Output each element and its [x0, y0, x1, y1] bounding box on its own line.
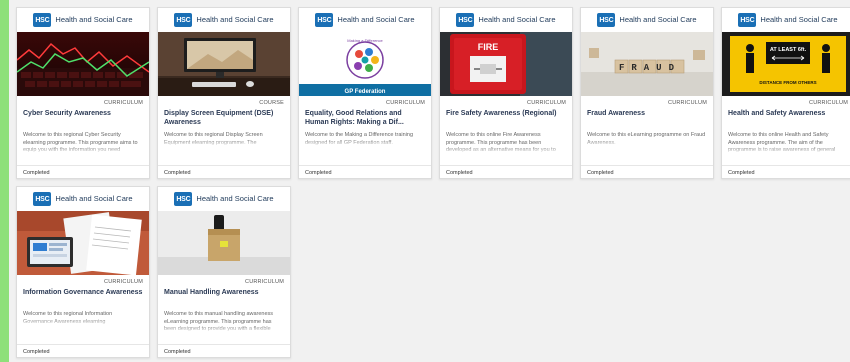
thumb-distance-caption: DISTANCE FROM OTHERS	[759, 80, 816, 85]
card-header: HSC Health and Social Care	[158, 8, 290, 32]
org-name: Health and Social Care	[196, 194, 274, 203]
course-description: Welcome to this eLearning programme on F…	[587, 132, 707, 147]
hsc-logo-icon: HSC	[738, 13, 757, 27]
card-divider	[158, 344, 290, 345]
course-title[interactable]: Manual Handling Awareness	[164, 289, 284, 298]
status-text: Completed	[446, 170, 473, 176]
course-title[interactable]: Fraud Awareness	[587, 110, 707, 119]
course-description: Welcome to this manual handling awarenes…	[164, 311, 284, 333]
thumb-caption: GP Federation	[345, 89, 386, 95]
course-title[interactable]: Fire Safety Awareness (Regional)	[446, 110, 566, 119]
course-card-fire-safety[interactable]: HSC Health and Social Care FIRE CURRICUL…	[439, 7, 573, 179]
course-title[interactable]: Health and Safety Awareness	[728, 110, 848, 119]
org-name: Health and Social Care	[55, 15, 133, 24]
thumb-fraud-text: FRAUD	[619, 63, 681, 73]
org-name: Health and Social Care	[619, 15, 697, 24]
status-text: Completed	[164, 170, 191, 176]
card-header: HSC Health and Social Care	[581, 8, 713, 32]
status-text: Completed	[728, 170, 755, 176]
card-divider	[17, 344, 149, 345]
card-header: HSC Health and Social Care	[299, 8, 431, 32]
hsc-logo-icon: HSC	[174, 192, 193, 206]
course-type-label: CURRICULUM	[809, 100, 848, 106]
course-type-label: CURRICULUM	[668, 100, 707, 106]
hsc-logo-icon: HSC	[597, 13, 616, 27]
thumbnail-desk-monitor-icon	[158, 32, 290, 96]
course-description: Welcome to this regional Display Screen …	[164, 132, 284, 147]
course-card-fraud[interactable]: HSC Health and Social Care FRAUD CURRICU…	[580, 7, 714, 179]
course-type-label: CURRICULUM	[104, 279, 143, 285]
status-text: Completed	[305, 170, 332, 176]
thumbnail-documents-laptop-icon	[17, 211, 149, 275]
course-title[interactable]: Cyber Security Awareness	[23, 110, 143, 119]
course-title[interactable]: Equality, Good Relations and Human Right…	[305, 110, 425, 127]
org-name: Health and Social Care	[760, 15, 838, 24]
course-type-label: CURRICULUM	[386, 100, 425, 106]
status-text: Completed	[587, 170, 614, 176]
course-type-label: CURRICULUM	[104, 100, 143, 106]
course-description: Welcome to this online Fire Awareness pr…	[446, 132, 566, 154]
org-name: Health and Social Care	[55, 194, 133, 203]
course-description: Welcome to this regional Cyber Security …	[23, 132, 143, 154]
thumbnail-fraud-blocks-icon: FRAUD	[581, 32, 713, 96]
org-name: Health and Social Care	[478, 15, 556, 24]
course-type-label: CURRICULUM	[527, 100, 566, 106]
status-text: Completed	[23, 170, 50, 176]
thumbnail-gp-federation-icon: Making a Difference GP Federation	[299, 32, 431, 96]
card-divider	[722, 165, 850, 166]
card-header: HSC Health and Social Care	[17, 8, 149, 32]
course-card-dse[interactable]: HSC Health and Social Care COURSE Displa…	[157, 7, 291, 179]
course-title[interactable]: Display Screen Equipment (DSE) Awareness	[164, 110, 284, 127]
course-card-manual-handling[interactable]: HSC Health and Social Care CURRICULUM Ma…	[157, 186, 291, 358]
course-description: Welcome to this online Health and Safety…	[728, 132, 848, 154]
status-text: Completed	[23, 349, 50, 355]
course-catalog: HSC Health and Social Care CURRICULUM Cy…	[9, 0, 850, 362]
card-header: HSC Health and Social Care	[440, 8, 572, 32]
course-description: Welcome to the Making a Difference train…	[305, 132, 425, 147]
thumb-distance-text: AT LEAST 6ft.	[770, 47, 807, 53]
card-header: HSC Health and Social Care	[158, 187, 290, 211]
hsc-logo-icon: HSC	[33, 13, 52, 27]
hsc-logo-icon: HSC	[33, 192, 52, 206]
course-card-equality[interactable]: HSC Health and Social Care Making a Diff…	[298, 7, 432, 179]
course-card-health-safety[interactable]: HSC Health and Social Care AT LEAST 6ft.…	[721, 7, 850, 179]
course-card-information-governance[interactable]: HSC Health and Social Care CURRICULUM In…	[16, 186, 150, 358]
hsc-logo-icon: HSC	[456, 13, 475, 27]
course-type-label: CURRICULUM	[245, 279, 284, 285]
hsc-logo-icon: HSC	[174, 13, 193, 27]
card-header: HSC Health and Social Care	[722, 8, 850, 32]
thumbnail-cyber-graph-icon	[17, 32, 149, 96]
card-divider	[440, 165, 572, 166]
card-divider	[581, 165, 713, 166]
course-type-label: COURSE	[259, 100, 284, 106]
thumbnail-fire-alarm-icon: FIRE	[440, 32, 572, 96]
org-name: Health and Social Care	[337, 15, 415, 24]
thumb-ring-text: Making a Difference	[347, 38, 383, 43]
org-name: Health and Social Care	[196, 15, 274, 24]
course-card-cyber-security[interactable]: HSC Health and Social Care CURRICULUM Cy…	[16, 7, 150, 179]
thumbnail-distance-sign-icon: AT LEAST 6ft. DISTANCE FROM OTHERS	[722, 32, 850, 96]
card-header: HSC Health and Social Care	[17, 187, 149, 211]
thumb-fire-text: FIRE	[478, 42, 499, 52]
hsc-logo-icon: HSC	[315, 13, 334, 27]
card-divider	[158, 165, 290, 166]
course-title[interactable]: Information Governance Awareness	[23, 289, 143, 298]
card-divider	[299, 165, 431, 166]
thumbnail-cardboard-box-icon	[158, 211, 290, 275]
course-description: Welcome to this regional Information Gov…	[23, 311, 143, 326]
status-text: Completed	[164, 349, 191, 355]
card-divider	[17, 165, 149, 166]
